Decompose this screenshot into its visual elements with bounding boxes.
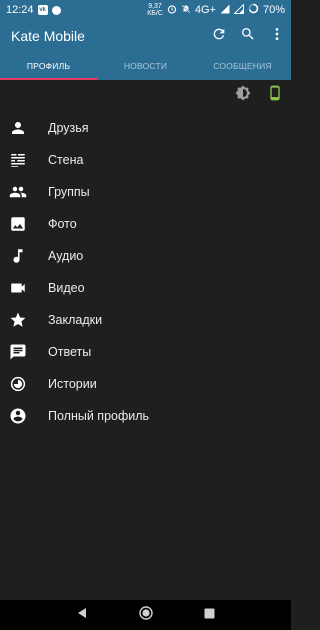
menu-item-label: Закладки bbox=[48, 313, 103, 327]
menu-item-label: Стена bbox=[48, 153, 84, 167]
tab-bar: ПРОФИЛЬ НОВОСТИ СООБЩЕНИЯ bbox=[0, 52, 291, 80]
back-triangle-icon bbox=[76, 606, 88, 624]
phone-icon bbox=[267, 84, 283, 107]
phone-mode-button[interactable] bbox=[265, 85, 285, 105]
menu-item-label: Аудио bbox=[48, 249, 84, 263]
menu-item-label: Видео bbox=[48, 281, 85, 295]
network-speed: 9,37 КБ/С bbox=[147, 3, 163, 17]
wall-icon bbox=[8, 150, 28, 170]
more-vert-icon bbox=[269, 26, 285, 47]
app-title: Kate Mobile bbox=[11, 28, 85, 44]
signal-icon bbox=[220, 4, 230, 17]
search-icon bbox=[240, 26, 256, 47]
status-bar: 12:24 vk 9,37 КБ/С 4G+ 70% bbox=[0, 0, 291, 20]
menu-item-wall[interactable]: Стена bbox=[0, 144, 291, 176]
refresh-icon bbox=[211, 26, 227, 47]
profile-toolbar bbox=[0, 83, 291, 107]
menu-item-label: Группы bbox=[48, 185, 90, 199]
signal-weak-icon bbox=[233, 2, 244, 17]
menu-item-stories[interactable]: Истории bbox=[0, 368, 291, 400]
back-button[interactable] bbox=[72, 605, 92, 625]
more-options-button[interactable] bbox=[262, 20, 291, 52]
battery-ring-icon bbox=[248, 3, 259, 17]
system-nav-bar bbox=[0, 600, 291, 630]
menu-item-video[interactable]: Видео bbox=[0, 272, 291, 304]
tab-news[interactable]: НОВОСТИ bbox=[97, 52, 194, 80]
menu-item-audio[interactable]: Аудио bbox=[0, 240, 291, 272]
battery-level: 70% bbox=[262, 4, 285, 16]
menu-item-groups[interactable]: Группы bbox=[0, 176, 291, 208]
photo-icon bbox=[8, 214, 28, 234]
brightness-icon bbox=[235, 84, 251, 106]
mute-icon bbox=[181, 4, 191, 17]
tab-profile[interactable]: ПРОФИЛЬ bbox=[0, 52, 97, 80]
home-button[interactable] bbox=[136, 605, 156, 625]
menu-item-friends[interactable]: Друзья bbox=[0, 112, 291, 144]
menu-item-photos[interactable]: Фото bbox=[0, 208, 291, 240]
menu-item-label: Полный профиль bbox=[48, 409, 150, 423]
menu-item-label: Друзья bbox=[48, 121, 89, 135]
groups-icon bbox=[8, 182, 28, 202]
person-icon bbox=[8, 118, 28, 138]
theme-toggle-button[interactable] bbox=[233, 84, 253, 106]
tab-messages[interactable]: СООБЩЕНИЯ bbox=[194, 52, 291, 80]
notification-dot-icon bbox=[51, 5, 61, 15]
recents-square-icon bbox=[204, 606, 215, 624]
menu-item-label: Ответы bbox=[48, 345, 92, 359]
chat-icon bbox=[8, 342, 28, 362]
video-camera-icon bbox=[8, 278, 28, 298]
star-icon bbox=[8, 310, 28, 330]
stories-icon bbox=[8, 374, 28, 394]
profile-menu: Друзья Стена Группы Фото Аудио Видео Зак… bbox=[0, 112, 291, 432]
search-button[interactable] bbox=[233, 20, 262, 52]
menu-item-label: Истории bbox=[48, 377, 97, 391]
menu-item-label: Фото bbox=[48, 217, 77, 231]
app-bar: Kate Mobile bbox=[0, 20, 291, 52]
refresh-button[interactable] bbox=[204, 20, 233, 52]
music-note-icon bbox=[8, 246, 28, 266]
status-time: 12:24 bbox=[6, 4, 34, 16]
account-circle-icon bbox=[8, 406, 28, 426]
menu-item-replies[interactable]: Ответы bbox=[0, 336, 291, 368]
vk-notification-icon: vk bbox=[37, 5, 48, 15]
menu-item-bookmarks[interactable]: Закладки bbox=[0, 304, 291, 336]
recents-button[interactable] bbox=[200, 605, 220, 625]
network-type: 4G+ bbox=[194, 4, 216, 16]
menu-item-full-profile[interactable]: Полный профиль bbox=[0, 400, 291, 432]
home-circle-icon bbox=[138, 605, 153, 625]
alarm-icon bbox=[167, 4, 177, 17]
